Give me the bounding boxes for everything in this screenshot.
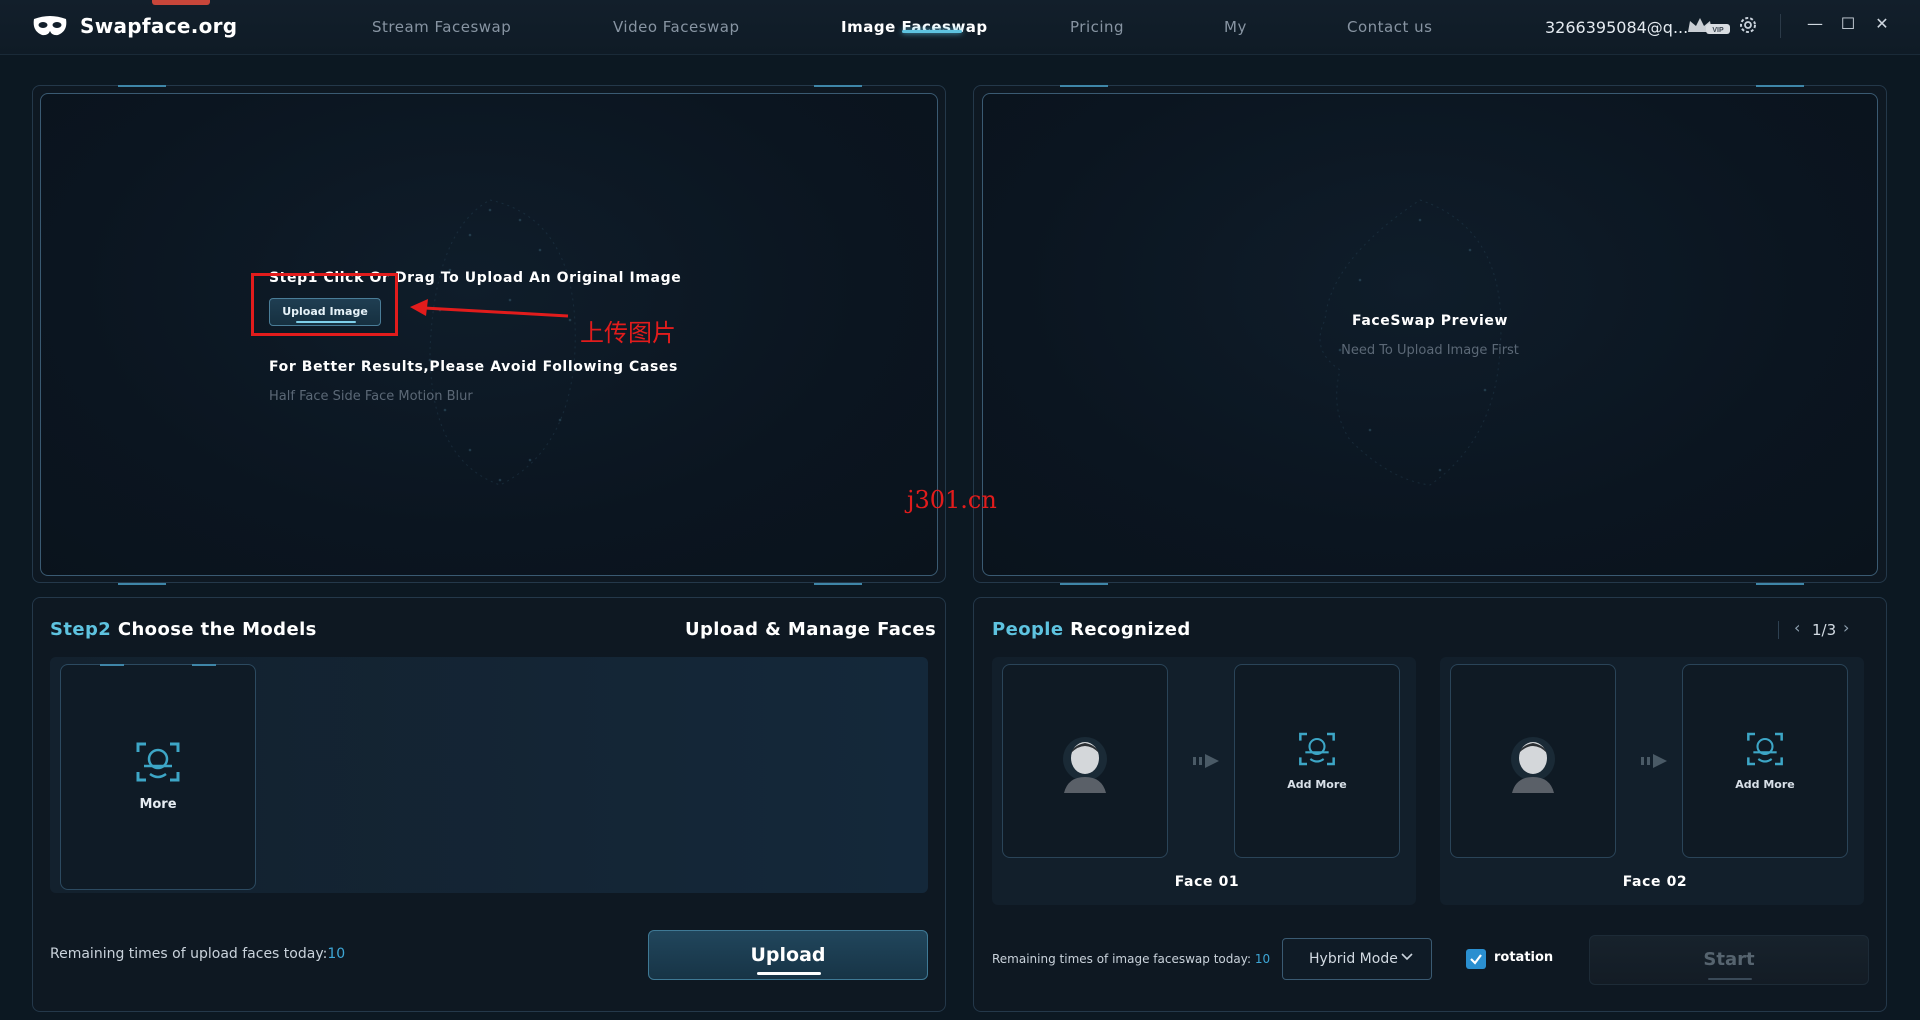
minimize-icon[interactable]: — — [1803, 12, 1827, 36]
face-2-label: Face 02 — [1622, 874, 1688, 890]
annotation-note: 上传图片 — [580, 319, 676, 347]
face-1-label: Face 01 — [1174, 874, 1240, 890]
mask-logo-icon — [33, 16, 67, 36]
nav-active-indicator — [902, 30, 962, 33]
people-title-text: Recognized — [1070, 619, 1191, 640]
people-prefix: People — [992, 619, 1064, 640]
faceswap-remaining: Remaining times of image faceswap today:… — [992, 952, 1270, 966]
watermark-text: j301.cn — [907, 486, 997, 514]
close-icon[interactable]: ✕ — [1870, 12, 1894, 36]
rotation-checkbox[interactable] — [1466, 949, 1486, 969]
settings-gear-icon[interactable] — [1737, 14, 1759, 36]
panel-tick — [814, 583, 862, 585]
nav-image-faceswap[interactable]: Image Faceswap — [841, 18, 988, 36]
account-email[interactable]: 3266395084@q... — [1545, 18, 1688, 37]
people-title: People Recognized — [992, 619, 1191, 640]
manage-faces-link[interactable]: Upload & Manage Faces — [685, 619, 936, 640]
annotation-arrow-icon — [410, 299, 569, 318]
face-scan-icon — [1299, 732, 1335, 766]
pager-prev-icon[interactable]: ‹ — [1794, 618, 1800, 637]
panel-tick — [1756, 583, 1804, 585]
nav-my[interactable]: My — [1224, 18, 1247, 36]
window-controls-divider — [1780, 14, 1781, 38]
vip-crown-icon[interactable]: VIP — [1686, 16, 1732, 36]
avoid-cases-text: Half Face Side Face Motion Blur — [269, 389, 473, 404]
check-icon — [1470, 954, 1482, 965]
particle-face-decoration — [428, 199, 577, 486]
face-scan-icon — [1747, 732, 1783, 766]
faceswap-remaining-count: 10 — [1254, 952, 1271, 966]
step2-title: Step2 Choose the Models — [50, 619, 317, 640]
nav-contact-us[interactable]: Contact us — [1347, 18, 1432, 36]
preview-subtitle: Need To Upload Image First — [1341, 343, 1519, 358]
person-avatar-icon — [1511, 737, 1555, 793]
panel-tick — [118, 85, 166, 87]
panel-tick — [814, 85, 862, 87]
more-models-label: More — [139, 797, 177, 812]
rotation-label: rotation — [1494, 950, 1554, 965]
better-results-title: For Better Results,Please Avoid Followin… — [269, 359, 678, 375]
mode-select-value: Hybrid Mode — [1309, 951, 1398, 967]
upload-remaining-label: Remaining times of upload faces today: — [50, 946, 328, 962]
vip-badge-text: VIP — [1712, 27, 1724, 34]
maximize-icon[interactable]: ☐ — [1836, 12, 1860, 36]
person-avatar-icon — [1063, 737, 1107, 793]
swap-arrow-icon — [1193, 754, 1219, 768]
pager-value: 1/3 — [1812, 621, 1837, 639]
upload-remaining: Remaining times of upload faces today:10 — [50, 946, 345, 962]
face-1-add-label: Add More — [1287, 778, 1347, 791]
top-accent-bar — [152, 0, 210, 5]
panel-tick — [118, 583, 166, 585]
chevron-down-icon — [1401, 953, 1413, 961]
app-name: Swapface.org — [80, 14, 238, 38]
panel-tick — [1756, 85, 1804, 87]
upload-button[interactable]: Upload — [648, 930, 928, 980]
card-tick — [192, 664, 216, 666]
face-2-add-label: Add More — [1735, 778, 1795, 791]
annotation-highlight-box — [251, 273, 398, 336]
nav-stream-faceswap[interactable]: Stream Faceswap — [372, 18, 511, 36]
app-logo[interactable]: Swapface.org — [32, 14, 237, 38]
start-button[interactable]: Start — [1589, 935, 1869, 985]
faceswap-remaining-label: Remaining times of image faceswap today: — [992, 952, 1251, 966]
nav-pricing[interactable]: Pricing — [1070, 18, 1124, 36]
face-scan-icon — [136, 742, 180, 782]
step2-prefix: Step2 — [50, 619, 112, 640]
pager-divider — [1778, 621, 1779, 639]
nav-video-faceswap[interactable]: Video Faceswap — [613, 18, 740, 36]
swap-arrow-icon — [1641, 754, 1667, 768]
panel-tick — [1060, 583, 1108, 585]
card-tick — [100, 664, 124, 666]
upload-remaining-count: 10 — [327, 946, 346, 962]
title-bar: Swapface.org Stream Faceswap Video Faces… — [0, 0, 1920, 55]
panel-tick — [1060, 85, 1108, 87]
preview-title: FaceSwap Preview — [1352, 313, 1508, 329]
step2-title-text: Choose the Models — [117, 619, 317, 640]
pager-next-icon[interactable]: › — [1843, 618, 1849, 637]
